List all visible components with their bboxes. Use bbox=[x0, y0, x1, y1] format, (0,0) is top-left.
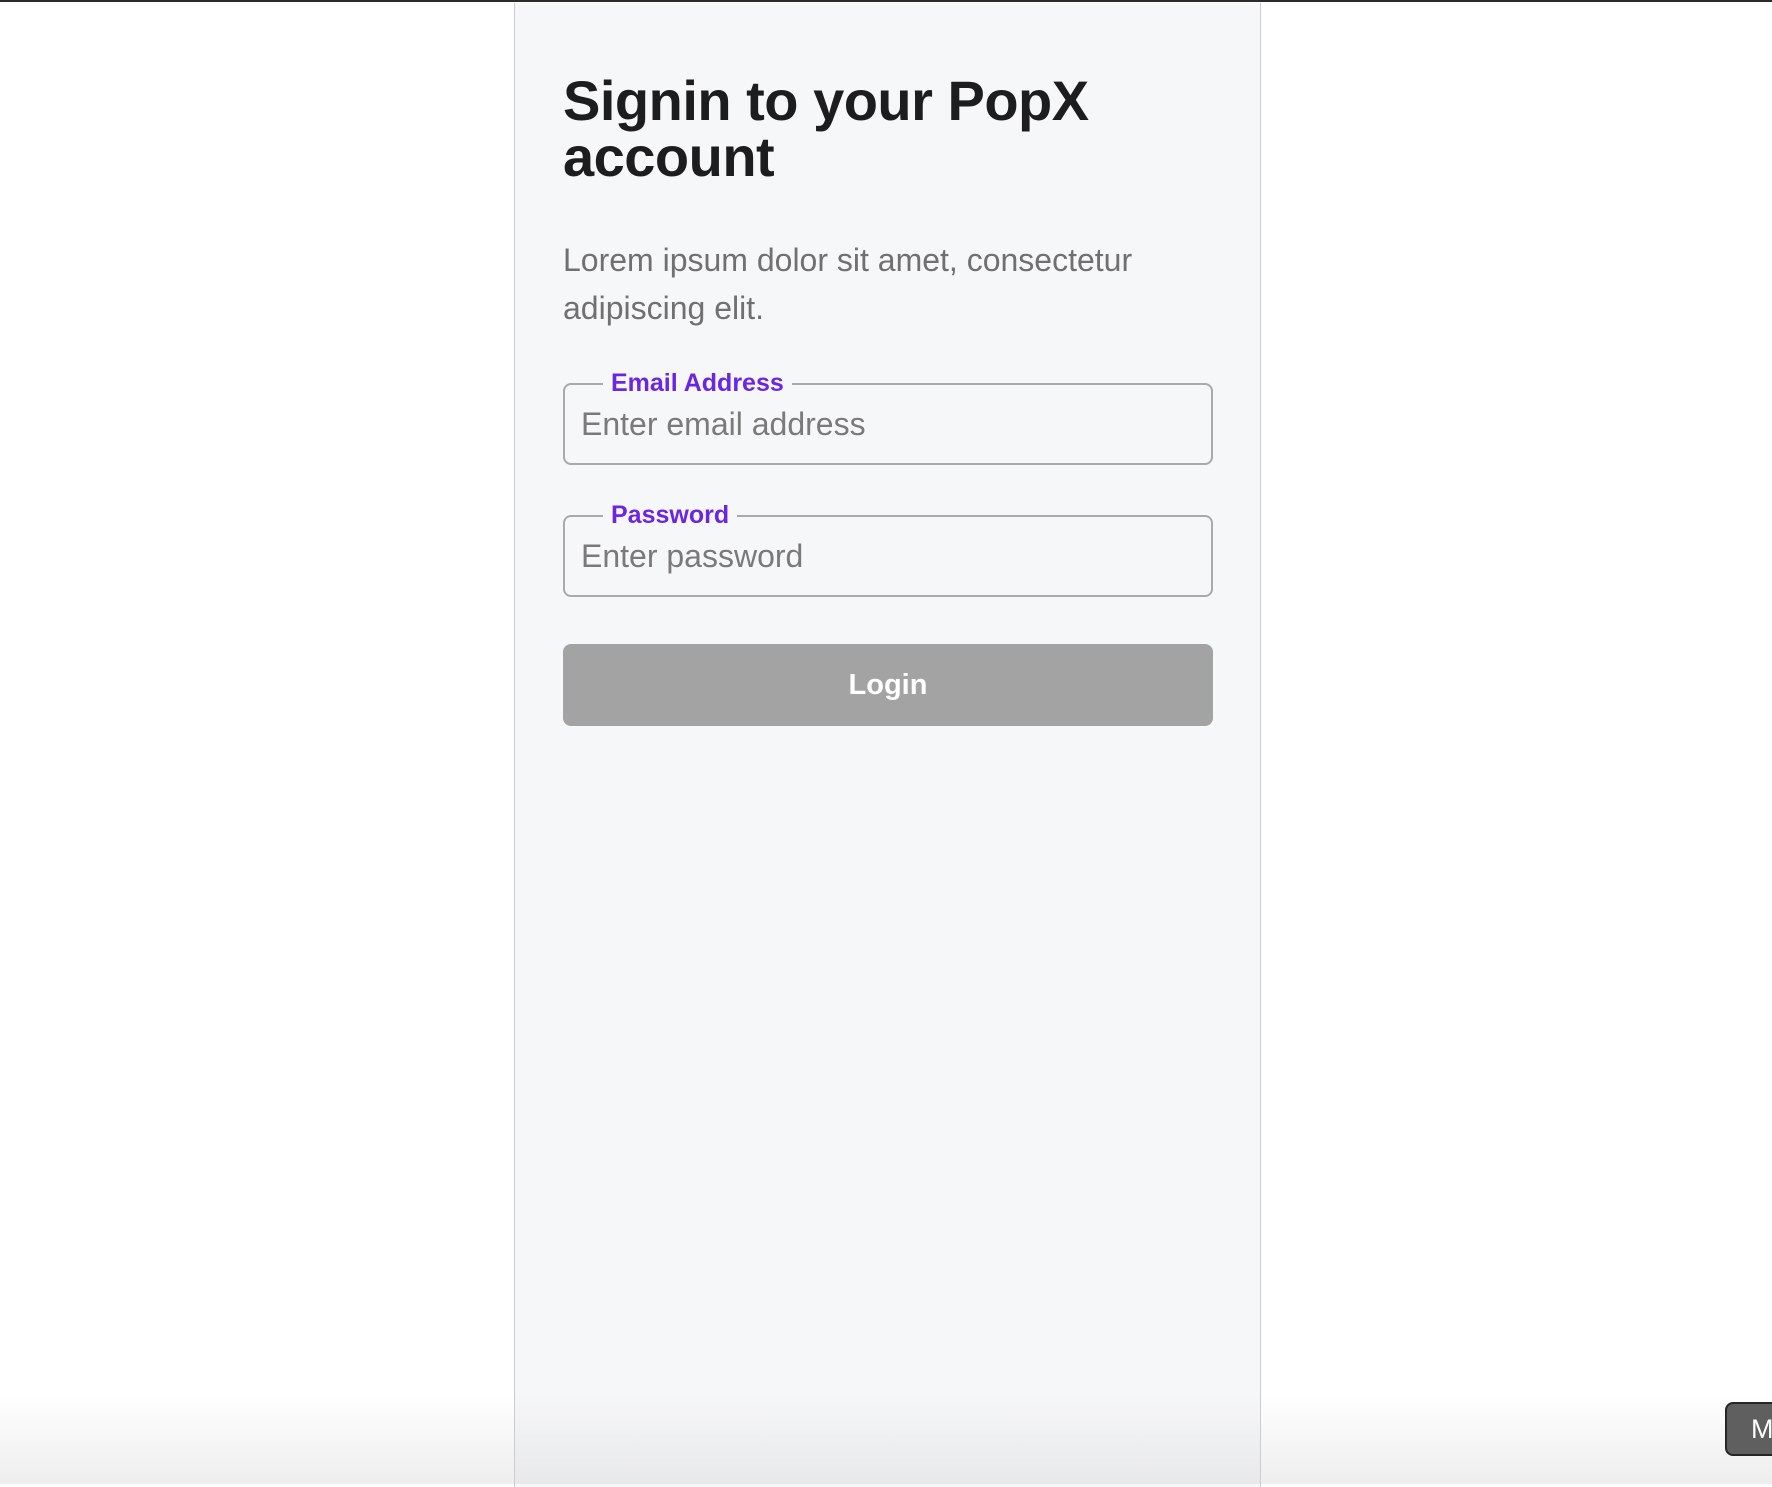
password-input[interactable] bbox=[581, 531, 1191, 581]
email-field[interactable]: Email Address bbox=[563, 368, 1213, 465]
signin-panel: Signin to your PopX account Lorem ipsum … bbox=[514, 3, 1261, 1487]
page-title: Signin to your PopX account bbox=[563, 69, 1089, 188]
top-border-line bbox=[0, 0, 1772, 2]
password-label: Password bbox=[603, 500, 738, 530]
login-button[interactable]: Login bbox=[563, 644, 1213, 726]
email-label: Email Address bbox=[603, 368, 792, 398]
email-input[interactable] bbox=[581, 399, 1191, 449]
corner-floating-button[interactable]: M bbox=[1725, 1402, 1772, 1456]
page-subtitle: Lorem ipsum dolor sit amet, consectetur … bbox=[563, 242, 1133, 326]
password-field[interactable]: Password bbox=[563, 500, 1213, 597]
